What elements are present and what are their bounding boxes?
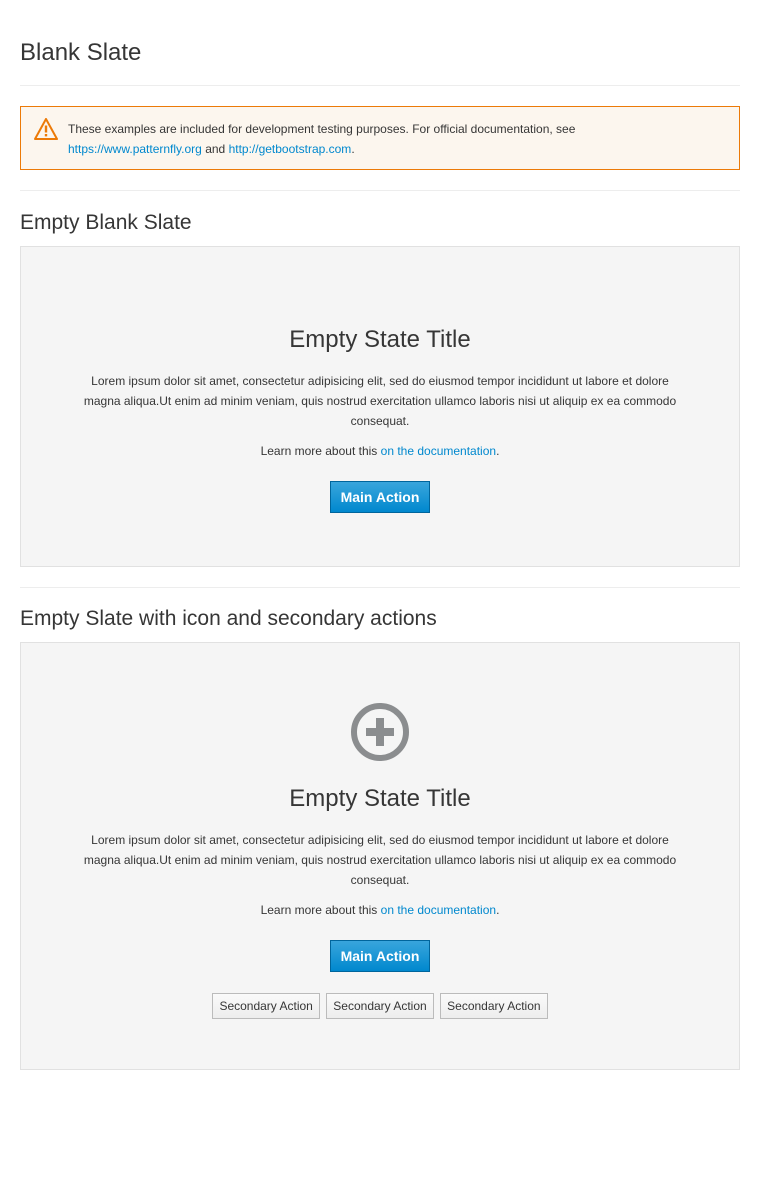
alert-message: These examples are included for developm… <box>68 119 718 159</box>
learn-more-prefix: Learn more about this <box>260 903 378 917</box>
learn-more-suffix: . <box>496 903 500 917</box>
page-title: Blank Slate <box>20 39 142 66</box>
bootstrap-link[interactable]: http://getbootstrap.com <box>229 142 352 156</box>
empty-state-title: Empty State Title <box>289 326 471 353</box>
main-action-row: Main Action <box>21 481 739 513</box>
documentation-link[interactable]: on the documentation <box>381 903 496 917</box>
alert-end-text: . <box>351 142 355 156</box>
learn-more-prefix: Learn more about this <box>260 444 378 458</box>
blank-slate-panel-with-icon: Empty State Title Lorem ipsum dolor sit … <box>20 642 740 1070</box>
documentation-link[interactable]: on the documentation <box>381 444 496 458</box>
section-title-empty-slate-icon: Empty Slate with icon and secondary acti… <box>20 607 437 630</box>
secondary-action-button[interactable]: Secondary Action <box>326 993 434 1019</box>
empty-state-body: Lorem ipsum dolor sit amet, consectetur … <box>83 374 677 428</box>
blank-slate-panel: Empty State Title Lorem ipsum dolor sit … <box>20 246 740 567</box>
divider <box>20 587 740 588</box>
main-action-row: Main Action <box>21 940 739 972</box>
main-action-button[interactable]: Main Action <box>329 940 431 972</box>
alert-text: These examples are included for developm… <box>68 122 576 136</box>
secondary-action-button[interactable]: Secondary Action <box>212 993 320 1019</box>
empty-state-body: Lorem ipsum dolor sit amet, consectetur … <box>83 833 677 887</box>
empty-state-title: Empty State Title <box>289 785 471 812</box>
section-title-empty-blank-slate: Empty Blank Slate <box>20 211 192 234</box>
main-action-button[interactable]: Main Action <box>329 481 431 513</box>
learn-more-text: Learn more about this on the documentati… <box>21 441 739 461</box>
divider <box>20 190 740 191</box>
blank-slate-content: Empty State Title Lorem ipsum dolor sit … <box>21 325 739 513</box>
warning-triangle-icon <box>34 118 58 140</box>
learn-more-text: Learn more about this on the documentati… <box>21 900 739 920</box>
secondary-actions-row: Secondary Action Secondary Action Second… <box>21 993 739 1019</box>
warning-alert: These examples are included for developm… <box>20 106 740 170</box>
blank-slate-content: Empty State Title Lorem ipsum dolor sit … <box>21 702 739 1019</box>
add-circle-icon <box>351 703 409 761</box>
alert-and-text: and <box>205 142 226 156</box>
divider <box>20 85 740 86</box>
secondary-action-button[interactable]: Secondary Action <box>440 993 548 1019</box>
patternfly-link[interactable]: https://www.patternfly.org <box>68 142 202 156</box>
learn-more-suffix: . <box>496 444 500 458</box>
